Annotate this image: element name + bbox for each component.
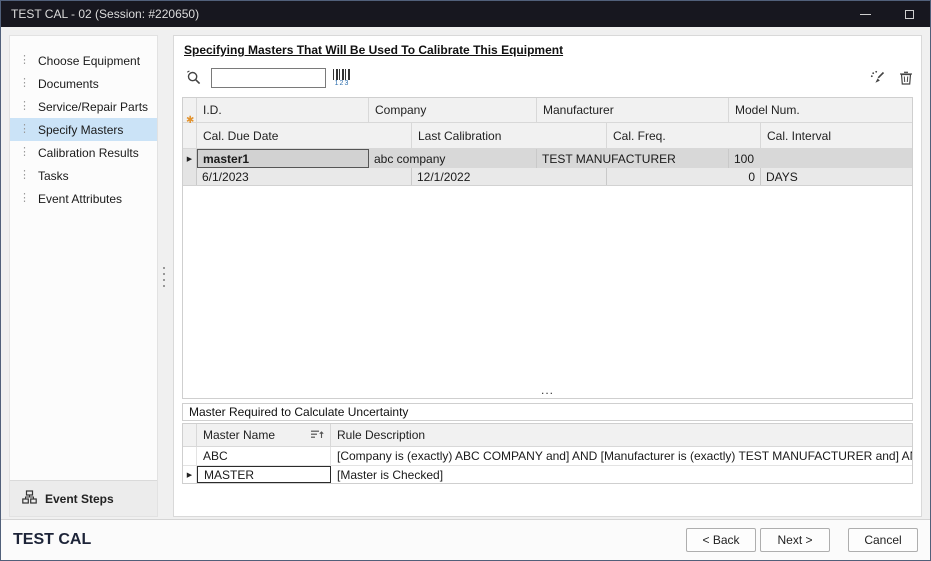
column-header-cal-interval[interactable]: Cal. Interval [761,123,912,149]
grid-ellipsis: ... [183,382,912,398]
cell-last-calibration[interactable]: 12/1/2022 [412,168,607,185]
grip-icon: ⋮ [19,170,30,181]
eyedropper-icon[interactable] [870,70,886,86]
cancel-button[interactable]: Cancel [848,528,918,552]
grip-icon: ⋮ [19,193,30,204]
uncertainty-row-master[interactable]: ▶ MASTER [Master is Checked] [183,465,912,483]
sidebar-item-service-repair-parts[interactable]: ⋮ Service/Repair Parts [10,95,157,118]
sidebar-item-label: Service/Repair Parts [38,100,148,114]
sidebar-item-label: Choose Equipment [38,54,140,68]
sidebar-item-label: Event Attributes [38,192,122,206]
header-gutter [183,424,197,447]
content-area: ⋮ Choose Equipment ⋮ Documents ⋮ Service… [1,27,930,519]
master-row-line-1[interactable]: ▶ master1 abc company TEST MANUFACTURER … [183,149,912,168]
column-header-manufacturer[interactable]: Manufacturer [537,98,729,123]
toolbar: 123 [182,63,913,93]
row-gutter [183,447,197,465]
cell-rule-description[interactable]: [Master is Checked] [331,466,912,483]
current-row-indicator: ▶ [183,149,197,168]
grip-icon: ⋮ [19,78,30,89]
cell-cal-freq[interactable]: 0 [607,168,761,185]
search-icon[interactable] [186,70,202,86]
cell-master-name-editing[interactable]: MASTER [197,466,331,483]
sidebar-items: ⋮ Choose Equipment ⋮ Documents ⋮ Service… [10,36,157,210]
column-header-model-num[interactable]: Model Num. [729,98,912,123]
grid-header-row-1: I.D. Company Manufacturer Model Num. [183,98,912,123]
uncertainty-row-abc[interactable]: ABC [Company is (exactly) ABC COMPANY an… [183,447,912,465]
uncertainty-section-title: Master Required to Calculate Uncertainty [182,403,913,421]
sidebar-item-choose-equipment[interactable]: ⋮ Choose Equipment [10,49,157,72]
sidebar-item-label: Documents [38,77,99,91]
column-header-cal-freq[interactable]: Cal. Freq. [607,123,761,149]
grip-icon: ⋮ [19,124,30,135]
column-header-cal-due-date[interactable]: Cal. Due Date [197,123,412,149]
uncertainty-grid: Master Name Rule Description ABC [Compan… [182,423,913,484]
splitter-handle[interactable] [161,265,167,289]
column-header-rule-description[interactable]: Rule Description [331,424,912,447]
sidebar-item-event-attributes[interactable]: ⋮ Event Attributes [10,187,157,210]
column-header-last-calibration[interactable]: Last Calibration [412,123,607,149]
grid-empty-area [183,186,912,382]
sidebar-item-label: Tasks [38,169,69,183]
maximize-icon[interactable] [905,10,914,19]
masters-grid: ✱ I.D. Company Manufacturer Model Num. C… [182,97,913,399]
titlebar: TEST CAL - 02 (Session: #220650) [1,1,930,27]
row-arrow-icon: ▶ [187,471,192,479]
sidebar-item-documents[interactable]: ⋮ Documents [10,72,157,95]
cell-cal-due-date[interactable]: 6/1/2023 [197,168,412,185]
sort-ascending-icon [311,428,324,442]
sidebar-item-label: Specify Masters [38,123,123,137]
window-controls [860,1,914,27]
column-header-company[interactable]: Company [369,98,537,123]
current-row-indicator: ▶ [183,466,197,483]
grip-icon: ⋮ [19,147,30,158]
rule-description-header-label: Rule Description [337,428,425,442]
uncertainty-header-row: Master Name Rule Description [183,424,912,447]
barcode-icon[interactable]: 123 [333,69,351,87]
column-header-id[interactable]: I.D. [197,98,369,123]
app-window: TEST CAL - 02 (Session: #220650) ⋮ Choos… [0,0,931,561]
delete-icon[interactable] [899,70,913,86]
back-button[interactable]: < Back [686,528,756,552]
sidebar-item-tasks[interactable]: ⋮ Tasks [10,164,157,187]
footer-bar: TEST CAL < Back Next > Cancel [1,519,930,560]
master-row-line-2[interactable]: 6/1/2023 12/1/2022 0 DAYS [183,168,912,186]
search-input[interactable] [211,68,326,88]
sidebar-item-label: Calibration Results [38,146,139,160]
sidebar: ⋮ Choose Equipment ⋮ Documents ⋮ Service… [9,35,158,517]
next-button[interactable]: Next > [760,528,830,552]
page-title: Specifying Masters That Will Be Used To … [182,41,913,63]
barcode-bars-icon [333,69,351,80]
cell-master-name[interactable]: ABC [197,447,331,465]
cell-company[interactable]: abc company [369,149,537,168]
minimize-icon[interactable] [860,14,871,15]
column-header-master-name[interactable]: Master Name [197,424,331,447]
row-gutter [183,168,197,185]
session-title: TEST CAL [13,531,91,549]
master-name-header-label: Master Name [203,428,275,442]
window-title: TEST CAL - 02 (Session: #220650) [11,7,199,21]
grid-header-row-2: Cal. Due Date Last Calibration Cal. Freq… [183,123,912,149]
event-steps-label: Event Steps [45,492,114,506]
row-arrow-icon: ▶ [187,155,192,163]
cell-model-num[interactable]: 100 [729,149,912,168]
grip-icon: ⋮ [19,55,30,66]
grip-icon: ⋮ [19,101,30,112]
cell-rule-description[interactable]: [Company is (exactly) ABC COMPANY and] A… [331,447,912,465]
barcode-number: 123 [333,80,351,87]
sidebar-item-calibration-results[interactable]: ⋮ Calibration Results [10,141,157,164]
event-steps-button[interactable]: Event Steps [10,480,157,516]
cell-manufacturer[interactable]: TEST MANUFACTURER [537,149,729,168]
header-gutter [183,123,197,149]
new-row-marker-icon: ✱ [186,116,194,126]
cell-cal-interval[interactable]: DAYS [761,168,912,185]
main-panel: Specifying Masters That Will Be Used To … [173,35,922,517]
event-steps-icon [22,490,37,507]
cell-id[interactable]: master1 [197,149,369,168]
sidebar-item-specify-masters[interactable]: ⋮ Specify Masters [10,118,157,141]
